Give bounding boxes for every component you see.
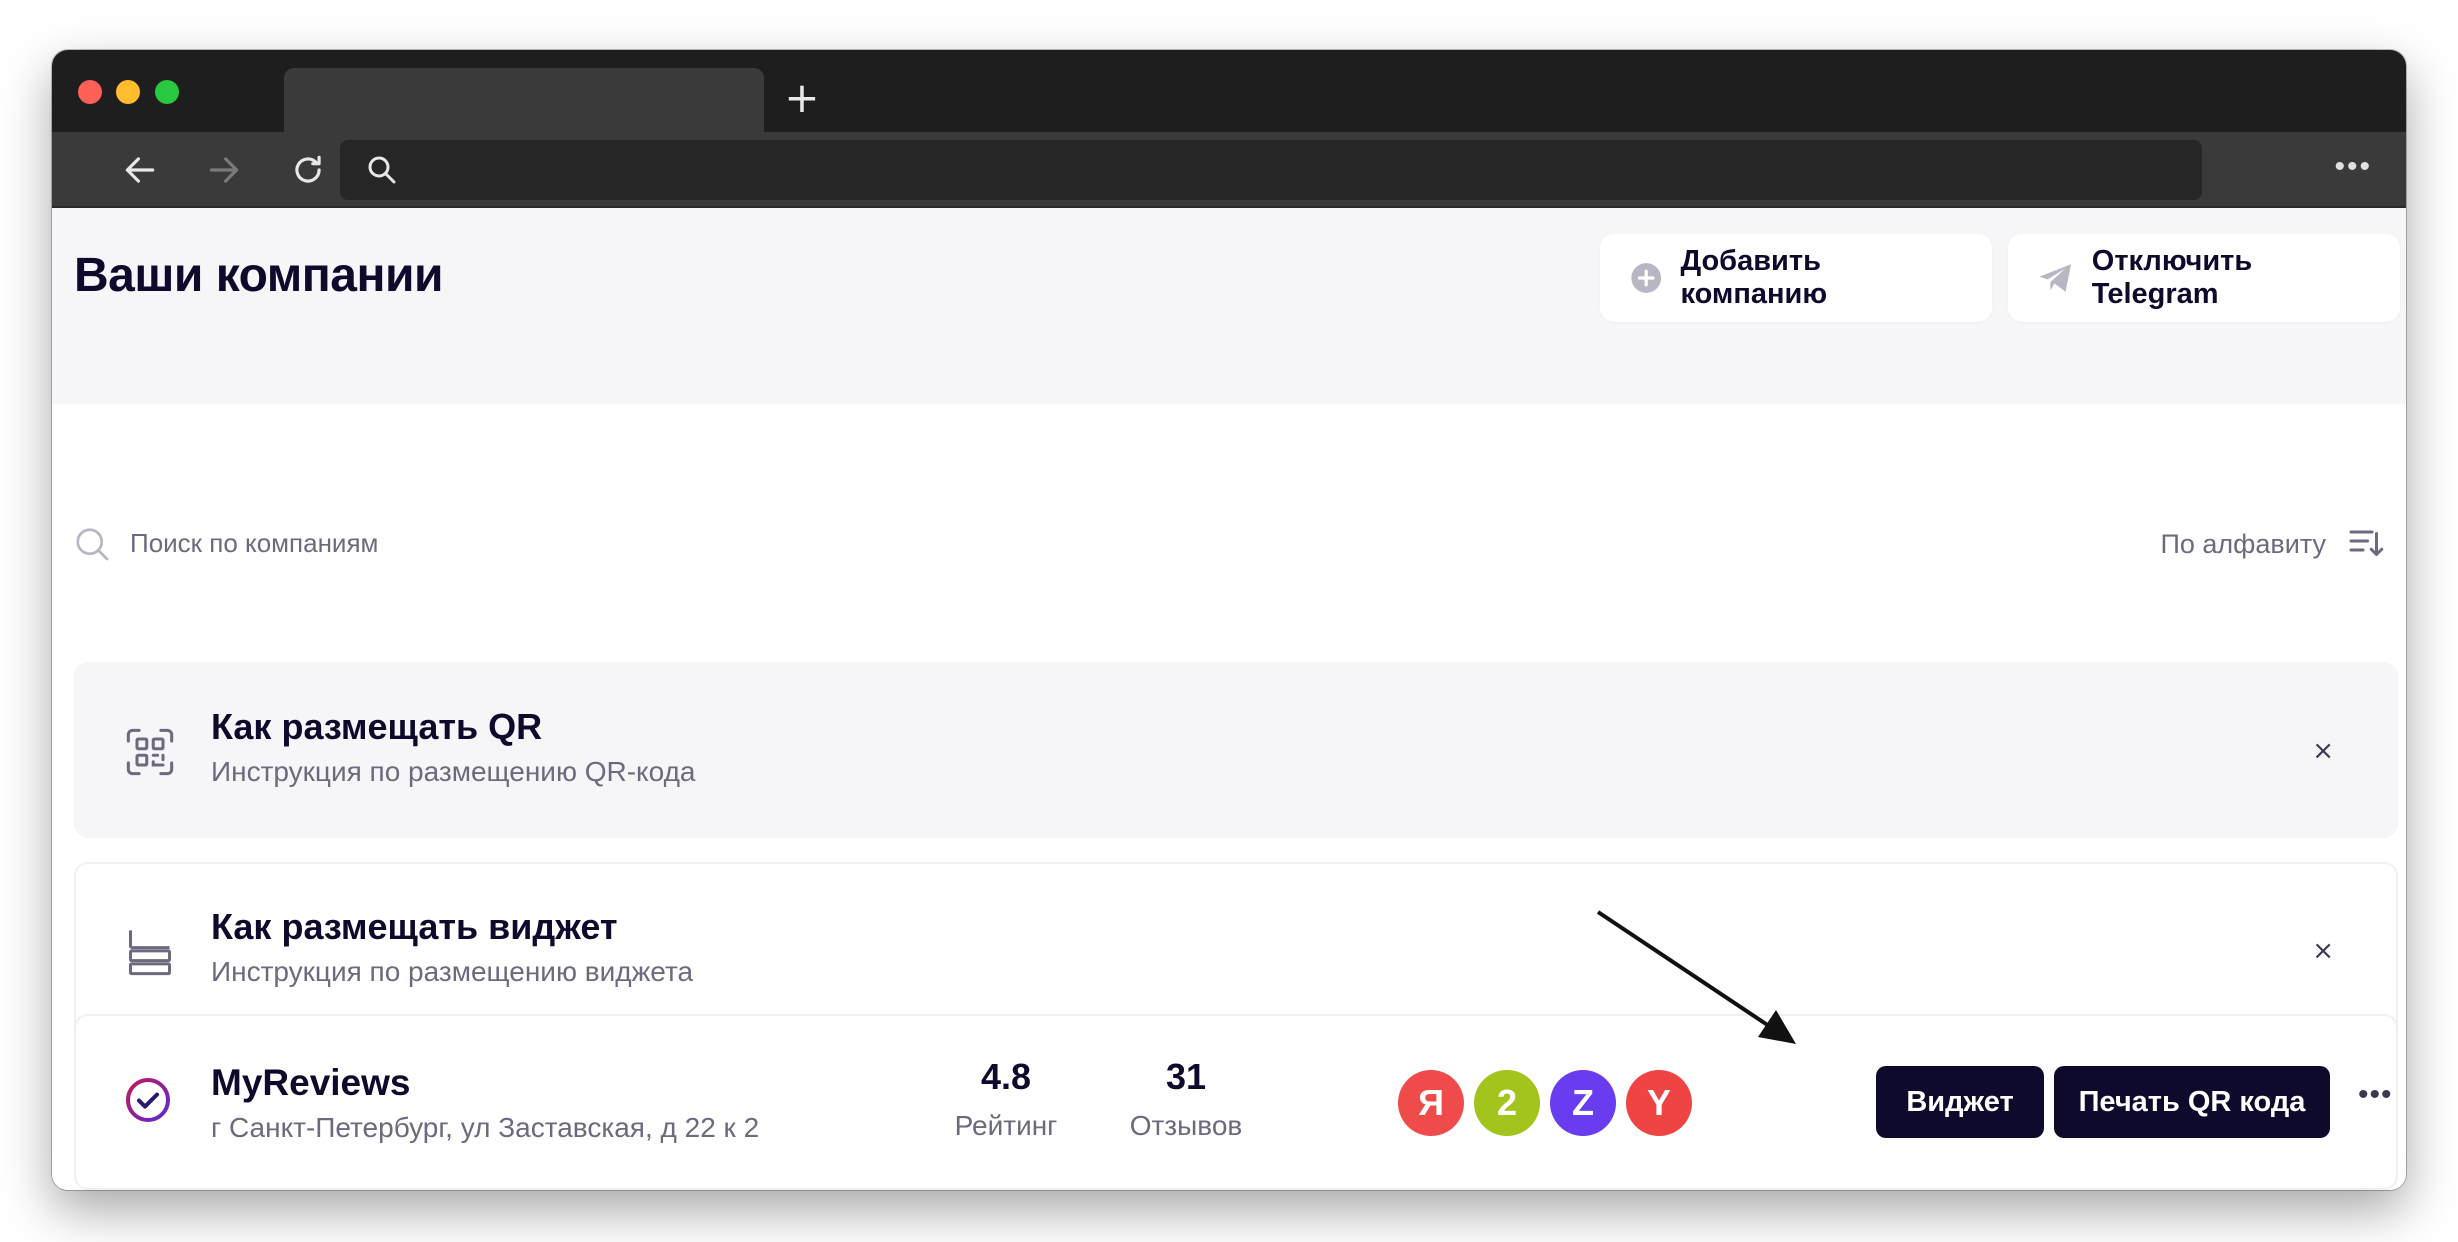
search-input[interactable]: Поиск по компаниям xyxy=(130,528,378,559)
rating-label: Рейтинг xyxy=(954,1110,1058,1141)
close-icon[interactable]: × xyxy=(2312,736,2334,766)
company-row[interactable]: MyReviews г Санкт-Петербург, ул Заставск… xyxy=(74,1014,2398,1190)
add-company-label: Добавить компанию xyxy=(1680,245,1828,310)
sort-dropdown[interactable]: По алфавиту xyxy=(2160,524,2384,564)
search-icon xyxy=(76,528,109,561)
rating-value: 4.8 xyxy=(980,1056,1032,1097)
search-sort-row: Поиск по компаниям По алфавиту xyxy=(74,524,2384,564)
info-card-subtitle: Инструкция по размещению виджета xyxy=(211,956,694,987)
disable-telegram-label: Отключить Telegram xyxy=(2091,245,2253,310)
close-window-button[interactable] xyxy=(78,80,102,104)
widget-button[interactable]: Виджет xyxy=(1876,1066,2044,1138)
new-tab-button[interactable]: + xyxy=(780,77,824,122)
yandex-badge[interactable]: Я xyxy=(1398,1070,1464,1136)
reviews-stat: 31 Отзывов xyxy=(1106,1056,1266,1142)
plus-circle-icon xyxy=(1631,263,1662,293)
print-qr-button[interactable]: Печать QR кода xyxy=(2054,1066,2330,1138)
reviews-value: 31 xyxy=(1165,1056,1207,1097)
telegram-icon xyxy=(2039,264,2072,292)
2gis-badge[interactable]: 2 xyxy=(1474,1070,1540,1136)
info-card-title: Как размещать виджет xyxy=(211,906,618,947)
title-bar: + xyxy=(52,50,2406,132)
widget-layout-icon xyxy=(128,930,172,976)
rating-stat: 4.8 Рейтинг xyxy=(926,1056,1086,1142)
reviews-label: Отзывов xyxy=(1129,1110,1243,1141)
info-card-subtitle: Инструкция по размещению QR-кода xyxy=(211,756,696,787)
back-button[interactable] xyxy=(112,142,168,198)
minimize-window-button[interactable] xyxy=(116,80,140,104)
company-address: г Санкт-Петербург, ул Заставская, д 22 к… xyxy=(211,1112,760,1143)
reload-button[interactable] xyxy=(280,142,336,198)
add-company-button[interactable]: Добавить компанию xyxy=(1600,234,1992,322)
forward-arrow-icon xyxy=(209,157,239,183)
reload-icon xyxy=(295,155,321,183)
info-card-widget[interactable]: Как размещать виджет Инструкция по разме… xyxy=(74,862,2398,1038)
disable-telegram-button[interactable]: Отключить Telegram xyxy=(2008,234,2400,322)
sort-label: По алфавиту xyxy=(2160,528,2326,559)
info-card-title: Как размещать QR xyxy=(211,706,543,747)
close-icon[interactable]: × xyxy=(2312,936,2334,966)
browser-window: + ••• Ваши компании Добавить компанию От… xyxy=(52,50,2406,1190)
browser-menu-button[interactable]: ••• xyxy=(2334,152,2372,182)
maximize-window-button[interactable] xyxy=(155,80,179,104)
page-title: Ваши компании xyxy=(74,249,444,302)
browser-tab[interactable] xyxy=(284,68,764,132)
more-options-button[interactable]: ••• xyxy=(2358,1078,2393,1112)
sort-icon xyxy=(2349,530,2384,556)
company-name[interactable]: MyReviews xyxy=(211,1062,411,1104)
info-card-qr[interactable]: Как размещать QR Инструкция по размещени… xyxy=(74,662,2398,838)
page-header: Ваши компании Добавить компанию Отключит… xyxy=(52,208,2406,404)
browser-toolbar: ••• xyxy=(52,132,2406,208)
page-content: Ваши компании Добавить компанию Отключит… xyxy=(52,208,2406,1190)
back-arrow-icon xyxy=(125,157,155,183)
search-icon xyxy=(368,156,396,184)
qr-scan-icon xyxy=(126,728,174,776)
forward-button[interactable] xyxy=(196,142,252,198)
yell-badge[interactable]: Y xyxy=(1626,1070,1692,1136)
address-bar[interactable] xyxy=(340,140,2202,200)
zoon-badge[interactable]: Z xyxy=(1550,1070,1616,1136)
verified-check-icon xyxy=(126,1078,170,1122)
